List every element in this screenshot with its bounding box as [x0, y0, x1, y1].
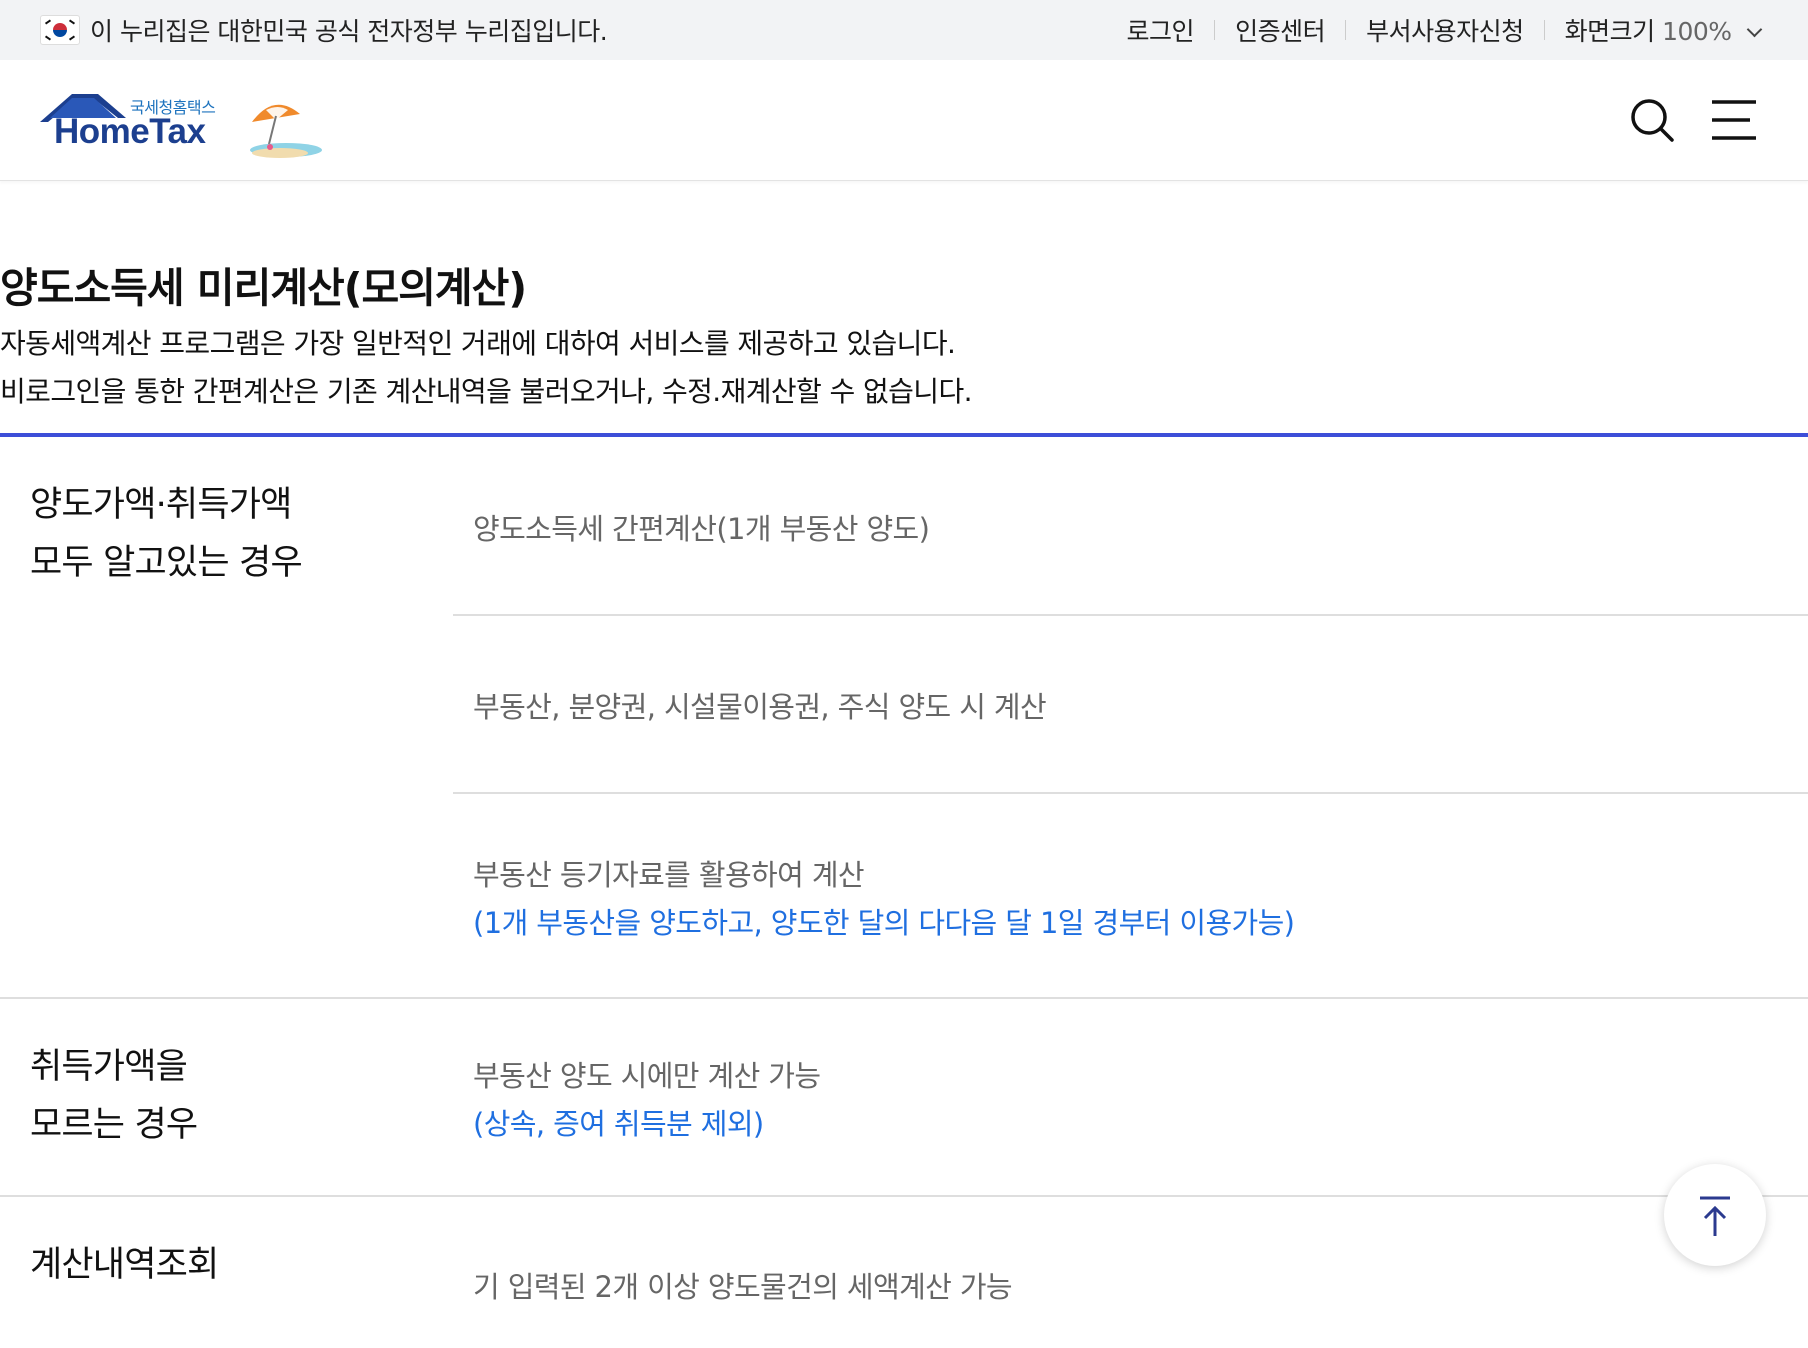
section-divider-line — [0, 997, 1808, 999]
gov-notice-text: 이 누리집은 대한민국 공식 전자정부 누리집입니다. — [90, 17, 608, 46]
category-label-line1: 취득가액을 — [30, 1047, 188, 1087]
arrow-up-icon — [1700, 1196, 1730, 1236]
beach-umbrella-icon — [250, 104, 322, 158]
estimated-calc-link[interactable]: 부동산 양도 시에만 계산 가능 — [473, 1053, 821, 1095]
menu-icon[interactable] — [1710, 98, 1758, 142]
dept-user-apply-link[interactable]: 부서사용자신청 — [1346, 12, 1544, 48]
category-known-prices: 양도가액·취득가액 모두 알고있는 경우 — [30, 476, 303, 592]
row-divider — [453, 614, 1808, 616]
category-label-line1: 계산내역조회 — [30, 1245, 219, 1285]
page-description-1: 자동세액계산 프로그램은 가장 일반적인 거래에 대하여 서비스를 제공하고 있… — [0, 327, 956, 360]
hometax-logo[interactable]: 국세청홈택스 HomeTax — [38, 92, 228, 162]
cert-center-link[interactable]: 인증센터 — [1215, 12, 1345, 48]
logo-wordmark: HomeTax — [54, 112, 206, 151]
scroll-top-button[interactable] — [1664, 1164, 1766, 1266]
category-label-line2: 모르는 경우 — [30, 1105, 198, 1145]
estimated-calc-note: (상속, 증여 취득분 제외) — [473, 1107, 764, 1141]
chevron-down-icon — [1746, 21, 1763, 38]
utility-links: 로그인 인증센터 부서사용자신청 화면크기 100% — [1107, 0, 1763, 60]
search-icon[interactable] — [1628, 96, 1676, 144]
registry-calc-link[interactable]: 부동산 등기자료를 활용하여 계산 — [473, 852, 865, 894]
zoom-control[interactable]: 화면크기 100% — [1545, 12, 1763, 48]
category-label-line2: 모두 알고있는 경우 — [30, 543, 303, 583]
gov-notice: 이 누리집은 대한민국 공식 전자정부 누리집입니다. — [40, 0, 608, 60]
korea-flag-icon — [40, 15, 80, 45]
page-description-2: 비로그인을 통한 간편계산은 기존 계산내역을 불러오거나, 수정.재계산할 수… — [0, 375, 973, 408]
site-header: 국세청홈택스 HomeTax — [0, 60, 1808, 181]
category-unknown-acquisition: 취득가액을 모르는 경우 — [30, 1038, 198, 1154]
simple-calc-link[interactable]: 양도소득세 간편계산(1개 부동산 양도) — [473, 506, 930, 548]
section-divider-line — [0, 1195, 1808, 1197]
row-divider — [453, 792, 1808, 794]
zoom-label: 화면크기 — [1564, 17, 1656, 46]
page-title: 양도소득세 미리계산(모의계산) — [0, 264, 527, 312]
login-link[interactable]: 로그인 — [1107, 12, 1215, 48]
history-calc-link[interactable]: 기 입력된 2개 이상 양도물건의 세액계산 가능 — [473, 1264, 1013, 1306]
gov-banner: 이 누리집은 대한민국 공식 전자정부 누리집입니다. 로그인 인증센터 부서사… — [0, 0, 1808, 60]
zoom-value: 100% — [1662, 17, 1732, 46]
registry-calc-note: (1개 부동산을 양도하고, 양도한 달의 다다음 달 1일 경부터 이용가능) — [473, 906, 1295, 940]
category-history: 계산내역조회 — [30, 1236, 219, 1294]
general-calc-link[interactable]: 부동산, 분양권, 시설물이용권, 주식 양도 시 계산 — [473, 684, 1047, 726]
section-divider — [0, 433, 1808, 437]
category-label-line1: 양도가액·취득가액 — [30, 485, 292, 525]
